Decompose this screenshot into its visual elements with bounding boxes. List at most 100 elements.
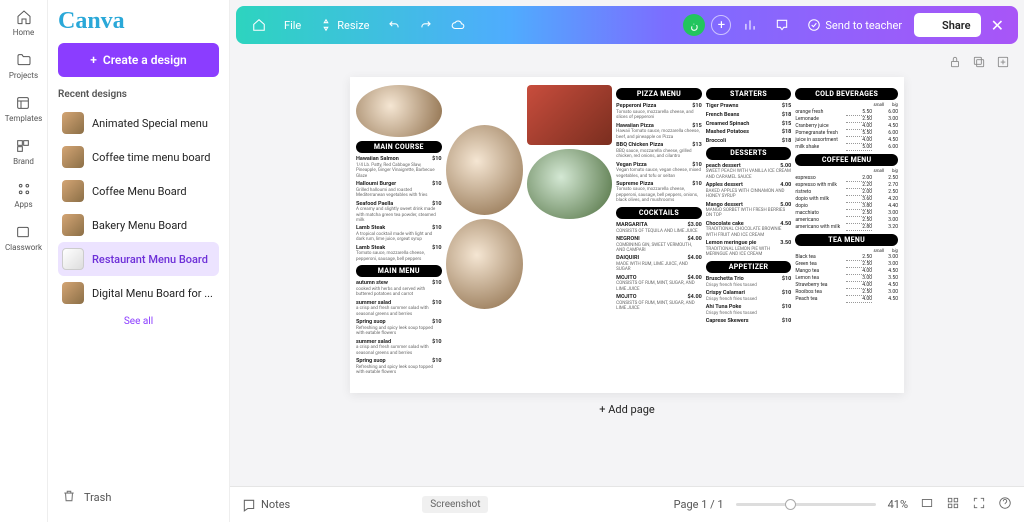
price-row: Cranberry juice4.004.50 — [795, 123, 898, 130]
rail-classwork[interactable]: Classwork — [5, 223, 42, 252]
zoom-slider[interactable] — [736, 503, 876, 506]
menu-item: Hawaiian Salmon$10 — [356, 156, 442, 163]
fullscreen-icon[interactable] — [972, 496, 986, 513]
comments-button[interactable] — [769, 14, 795, 36]
section-header: DESSERTS — [706, 147, 792, 159]
price-row: Lemon tea3.003.50 — [795, 275, 898, 282]
section-header: COFFEE MENU — [795, 154, 898, 166]
food-photo — [446, 219, 523, 309]
recent-label: Animated Special menu — [92, 117, 208, 130]
file-menu[interactable]: File — [278, 15, 307, 36]
rail-apps[interactable]: Apps — [14, 180, 32, 209]
section-header: TEA MENU — [795, 234, 898, 246]
zoom-value[interactable]: 41% — [888, 498, 908, 511]
rail-projects[interactable]: Projects — [9, 51, 38, 80]
duplicate-icon[interactable] — [972, 54, 986, 73]
price-row: juice in assortment4.004.50 — [795, 137, 898, 144]
rail-label: Home — [13, 28, 35, 37]
recent-title: Recent designs — [58, 89, 219, 100]
send-to-teacher-button[interactable]: Send to teacher — [801, 14, 908, 36]
menu-col-2 — [527, 85, 613, 385]
file-label: File — [284, 19, 301, 32]
menu-item-desc: Crispy french fries tossed — [706, 283, 792, 288]
menu-item: Bruschetta Trio$10 — [706, 276, 792, 283]
menu-item: Tiger Prawns$15 — [706, 103, 792, 110]
price-row: americano with milk2.803.20 — [795, 224, 898, 231]
create-design-button[interactable]: + Create a design — [58, 43, 219, 77]
design-canvas[interactable]: MAIN COURSE Hawaiian Salmon$101/4 Lb. Pa… — [350, 77, 904, 393]
recent-item[interactable]: Digital Menu Board for ... — [58, 276, 219, 310]
close-button[interactable]: ✕ — [987, 16, 1008, 35]
menu-item-desc: A creamy and slightly sweet drink made w… — [356, 207, 442, 223]
price-row: Peach tea4.004.50 — [795, 296, 898, 303]
canva-logo[interactable]: Canva — [58, 8, 219, 35]
recent-label: Coffee Menu Board — [92, 185, 187, 198]
food-photo — [527, 149, 613, 219]
folder-icon — [15, 51, 33, 69]
menu-item: Creamed Spinach$15 — [706, 121, 792, 128]
section-header: MAIN MENU — [356, 265, 442, 277]
menu-item: BBQ Chicken Pizza$13 — [616, 142, 702, 149]
notes-button[interactable]: Notes — [242, 498, 290, 512]
recent-item[interactable]: Coffee time menu board — [58, 140, 219, 174]
undo-button[interactable] — [381, 14, 407, 36]
user-avatar[interactable]: ن — [683, 14, 705, 36]
add-page-button[interactable]: + Add page — [589, 393, 664, 426]
menu-item-desc: Refreshing and spicy leek soup topped wi… — [356, 365, 442, 376]
grid-view-icon[interactable] — [920, 496, 934, 513]
menu-item: Ahi Tuna Poke$10 — [706, 304, 792, 311]
screenshot-tooltip: Screenshot — [422, 496, 488, 513]
rail-label: Projects — [9, 71, 38, 80]
price-row: Strawberry tea4.004.50 — [795, 282, 898, 289]
menu-item-desc: CONSISTS OF RUM, MINT, SUGAR, AND LIME J… — [616, 301, 702, 312]
menu-item-desc: cooked with herbs and served with butter… — [356, 287, 442, 298]
rail-home[interactable]: Home — [13, 8, 35, 37]
insights-button[interactable] — [737, 14, 763, 36]
page-indicator[interactable]: Page 1 / 1 — [674, 498, 724, 511]
share-label: Share — [942, 19, 971, 32]
section-header: APPETIZER — [706, 261, 792, 273]
templates-icon — [14, 94, 32, 112]
cloud-sync-icon[interactable] — [445, 14, 471, 36]
price-row: dopio with milk3.604.20 — [795, 196, 898, 203]
menu-col-3: STARTERS Tiger Prawns$15French Beans$18C… — [706, 85, 792, 385]
trash-icon — [62, 489, 76, 506]
check-circle-icon — [807, 18, 821, 32]
price-row: orange fresh5.506.00 — [795, 109, 898, 116]
redo-button[interactable] — [413, 14, 439, 36]
recent-item-active[interactable]: Restaurant Menu Board — [58, 242, 219, 276]
thumb-icon — [62, 248, 84, 270]
plus-icon: + — [90, 53, 97, 67]
menu-item: NEGRONI$4.00 — [616, 236, 702, 243]
rail-brand[interactable]: Brand — [13, 137, 34, 166]
home-button[interactable] — [246, 14, 272, 36]
menu-item-desc: CONSISTS OF TEQUILA AND LIME JUICE — [616, 229, 702, 234]
menu-item-desc: Vegan tomato sauce, vegan cheese, mixed … — [616, 168, 702, 179]
share-button[interactable]: Share — [914, 13, 981, 37]
rail-label: Templates — [5, 114, 42, 123]
slider-thumb[interactable] — [785, 499, 796, 510]
recent-label: Bakery Menu Board — [92, 219, 187, 232]
resize-button[interactable]: Resize — [313, 14, 375, 36]
recent-item[interactable]: Bakery Menu Board — [58, 208, 219, 242]
thumbnail-view-icon[interactable] — [946, 496, 960, 513]
price-row: espresso2.002.50 — [795, 175, 898, 182]
menu-col-2b: PIZZA MENU Pepperoni Pizza$10Tomato sauc… — [616, 85, 702, 385]
rail-templates[interactable]: Templates — [5, 94, 42, 123]
lock-icon[interactable] — [948, 54, 962, 73]
recent-item[interactable]: Coffee Menu Board — [58, 174, 219, 208]
share-icon — [924, 18, 938, 32]
thumb-icon — [62, 146, 84, 168]
menu-item: DAIQUIRI$4.00 — [616, 255, 702, 262]
rail-label: Classwork — [5, 243, 42, 252]
trash-button[interactable]: Trash — [58, 481, 219, 514]
menu-item-desc: a crisp and fresh summer salad with seas… — [356, 345, 442, 356]
export-page-icon[interactable] — [996, 54, 1010, 73]
add-member-button[interactable]: + — [711, 15, 731, 35]
menu-item: French Beans$18 — [706, 112, 792, 119]
main-area: File Resize ن + Send to teacher Share ✕ … — [230, 0, 1024, 522]
menu-item: Lemon meringue pie3.50 — [706, 240, 792, 247]
recent-item[interactable]: Animated Special menu — [58, 106, 219, 140]
see-all-link[interactable]: See all — [58, 316, 219, 327]
help-icon[interactable] — [998, 496, 1012, 513]
